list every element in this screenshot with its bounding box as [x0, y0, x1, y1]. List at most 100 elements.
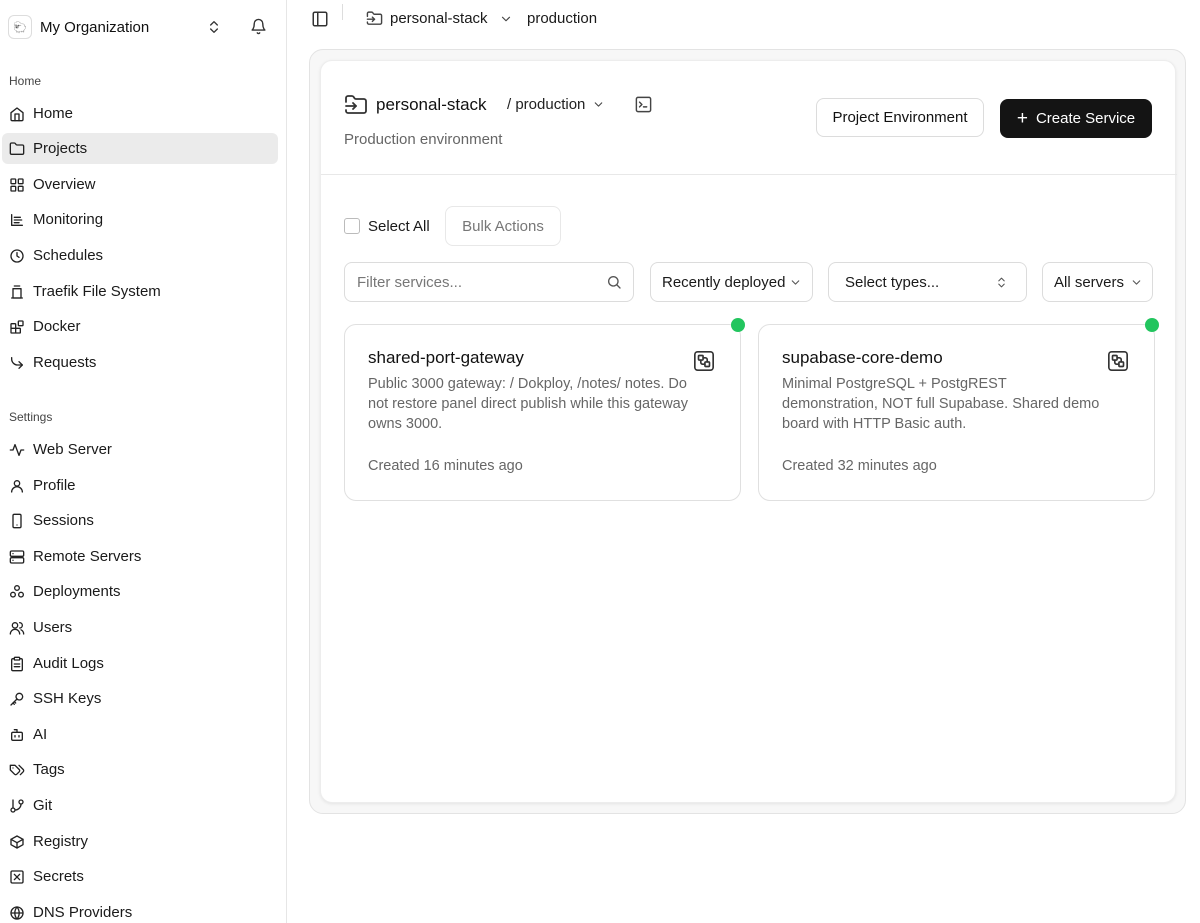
sidebar-item-profile[interactable]: Profile [2, 470, 278, 501]
project-description: Production environment [344, 131, 503, 148]
environment-selector[interactable]: / production [507, 96, 585, 113]
service-name: shared-port-gateway [368, 348, 524, 367]
sidebar-item-sessions[interactable]: Sessions [2, 505, 278, 536]
sidebar-item-registry[interactable]: Registry [2, 826, 278, 857]
service-created: Created 16 minutes ago [368, 458, 523, 474]
sidebar-item-label: Registry [33, 833, 89, 850]
activity-icon [9, 443, 25, 456]
servers-value: All servers [1054, 274, 1125, 291]
users-icon [9, 621, 25, 635]
sidebar-item-label: SSH Keys [33, 690, 102, 707]
globe-icon [10, 905, 24, 920]
types-value: Select types... [845, 274, 940, 291]
sidebar-item-projects[interactable]: Projects [2, 133, 278, 164]
sidebar-item-secrets[interactable]: Secrets [2, 861, 278, 892]
server-icon [9, 549, 25, 564]
key-icon [10, 692, 24, 706]
sidebar-item-ai[interactable]: AI [2, 719, 278, 750]
sidebar-item-overview[interactable]: Overview [2, 169, 278, 200]
select-all-checkbox[interactable] [344, 218, 360, 234]
service-created: Created 32 minutes ago [782, 458, 937, 474]
button-label: Bulk Actions [462, 217, 544, 235]
chevron-down-icon [791, 280, 800, 285]
tags-icon [9, 764, 25, 775]
workflow-icon [1108, 351, 1128, 371]
sidebar-item-home[interactable]: Home [2, 98, 278, 129]
sidebar-item-label: Schedules [33, 247, 104, 264]
chevron-down-icon[interactable] [592, 98, 605, 111]
bell-icon[interactable] [250, 18, 267, 35]
project-environment-button[interactable]: Project Environment [816, 98, 984, 137]
sidebar-item-git[interactable]: Git [2, 790, 278, 821]
sidebar-item-dns-providers[interactable]: DNS Providers [2, 897, 278, 923]
sidebar-item-label: DNS Providers [33, 904, 133, 921]
sort-select[interactable]: Recently deployed [650, 262, 813, 302]
package-icon [10, 834, 24, 849]
deployments-icon [10, 584, 24, 598]
grid-icon [10, 177, 24, 192]
org-switcher[interactable]: 🐑 My Organization [8, 12, 280, 42]
sidebar-item-deployments[interactable]: Deployments [2, 576, 278, 607]
sidebar-item-web-server[interactable]: Web Server [2, 434, 278, 465]
user-icon [11, 479, 23, 493]
sidebar-item-label: AI [33, 726, 48, 743]
sidebar-item-docker[interactable]: Docker [2, 311, 278, 342]
sidebar-item-users[interactable]: Users [2, 612, 278, 643]
blocks-icon [10, 319, 24, 334]
status-dot [1145, 318, 1159, 332]
sidebar-item-ssh-keys[interactable]: SSH Keys [2, 683, 278, 714]
create-service-button[interactable]: + Create Service [1000, 99, 1152, 138]
button-label: Create Service [1035, 110, 1136, 127]
topbar-divider [342, 4, 343, 20]
git-branch-icon [10, 798, 24, 813]
select-all-label[interactable]: Select All [368, 218, 430, 235]
org-logo: 🐑 [8, 15, 32, 39]
chevron-down-icon [1132, 280, 1141, 285]
filter-services-input[interactable] [357, 263, 597, 301]
chevrons-up-down-icon [998, 277, 1005, 288]
filter-services [344, 262, 634, 302]
project-card: personal-stack / production Production e… [320, 60, 1177, 803]
sidebar-item-audit-logs[interactable]: Audit Logs [2, 648, 278, 679]
bot-icon [11, 728, 23, 741]
org-name: My Organization [40, 18, 150, 36]
sidebar-item-label: Git [33, 797, 53, 814]
folder-input-icon [345, 95, 367, 114]
workflow-icon [694, 351, 714, 371]
sidebar-item-label: Secrets [33, 868, 84, 885]
types-select[interactable]: Select types... [828, 262, 1027, 302]
bulk-actions-button[interactable]: Bulk Actions [445, 206, 561, 246]
sidebar-item-label: Audit Logs [33, 655, 104, 672]
home-icon [10, 106, 24, 121]
button-label: Project Environment [832, 109, 968, 126]
sidebar-item-label: Requests [33, 354, 97, 371]
breadcrumb-project[interactable]: personal-stack [390, 10, 488, 27]
status-dot [731, 318, 745, 332]
sidebar-item-schedules[interactable]: Schedules [2, 240, 278, 271]
servers-select[interactable]: All servers [1042, 262, 1153, 302]
section-label-settings: Settings [9, 410, 53, 424]
service-card[interactable]: shared-port-gateway Public 3000 gateway:… [344, 318, 745, 501]
sidebar-item-tags[interactable]: Tags [2, 754, 278, 785]
sidebar-item-remote-servers[interactable]: Remote Servers [2, 541, 278, 572]
service-card[interactable]: supabase-core-demo Minimal PostgreSQL + … [758, 318, 1159, 501]
project-title: personal-stack [376, 95, 487, 114]
breadcrumb-environment[interactable]: production [527, 10, 597, 27]
chevron-down-icon[interactable] [499, 12, 513, 26]
sidebar-item-label: Web Server [33, 441, 112, 458]
sidebar-item-label: Remote Servers [33, 548, 142, 565]
sidebar-item-monitoring[interactable]: Monitoring [2, 204, 278, 235]
sidebar: 🐑 My Organization Home Home Projects Ove… [0, 0, 287, 923]
sidebar-item-label: Sessions [33, 512, 94, 529]
terminal-icon[interactable] [634, 95, 653, 114]
sidebar-item-traefik-file-system[interactable]: Traefik File System [2, 276, 278, 307]
sort-value: Recently deployed [662, 274, 786, 291]
sidebar-toggle-icon[interactable] [311, 10, 329, 28]
sidebar-item-requests[interactable]: Requests [2, 347, 278, 378]
service-description: Public 3000 gateway: / Dokploy, /notes/ … [368, 376, 688, 432]
sidebar-item-label: Profile [33, 477, 76, 494]
sidebar-item-label: Monitoring [33, 211, 104, 228]
sidebar-item-label: Deployments [33, 583, 121, 600]
chevrons-up-down-icon[interactable] [206, 19, 222, 35]
secret-box-icon [10, 869, 24, 884]
